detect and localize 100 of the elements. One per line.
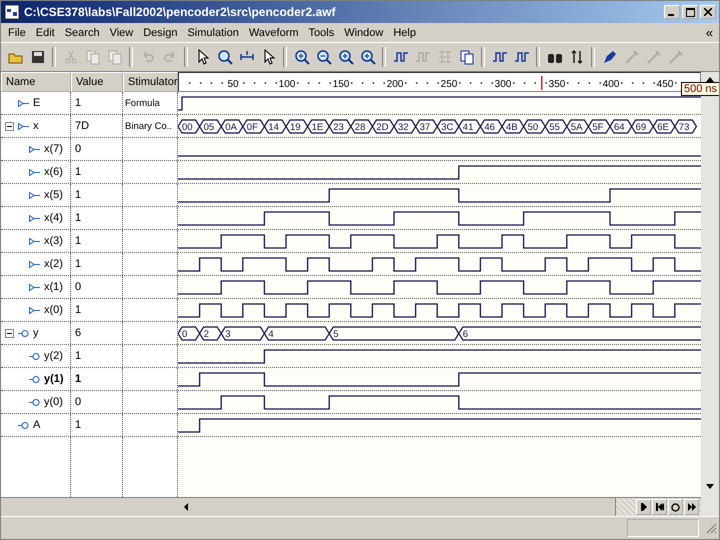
menu-item[interactable]: Design [138,26,182,38]
input-port-icon [29,214,40,222]
signal-value-cell: 1 [71,253,123,275]
collapse-icon[interactable] [5,122,14,130]
menu-item[interactable]: Search [60,26,105,38]
output-port-icon [29,352,40,360]
signal-name-cell[interactable]: A [1,414,71,436]
menu-item[interactable]: File [3,26,31,38]
signal-value-cell: 1 [71,161,123,183]
play-icon [640,503,646,511]
floppy-icon [30,49,46,65]
menu-item[interactable]: View [104,26,138,38]
bus-waveform: 00 05 0A 0F 14 19 1E 23 28 2D 32 37 3C 41 46 4B 50 55 5A 5F 64 69 6E 73 [178,115,701,137]
grid-icon [436,49,452,65]
close-button[interactable] [700,5,716,19]
time-label: 350 [548,79,566,90]
signal-name-cell[interactable]: E [1,92,71,114]
magnifier-icon [216,49,232,65]
signal-value-cell: 0 [71,276,123,298]
time-label: 300 [494,79,512,90]
time-label: 200 [386,79,404,90]
bus-waveform: 0 2 3 4 5 6 [178,322,701,344]
zoom-in-icon [294,49,310,65]
signal-name-cell[interactable]: x(0) [1,299,71,321]
close-icon [704,8,712,16]
signal-value-cell: 1 [71,299,123,321]
signal-value-cell: 1 [71,345,123,367]
signal-name-cell[interactable]: y(0) [1,391,71,413]
signal-name-cell[interactable]: y(2) [1,345,71,367]
rewind-button[interactable] [652,499,667,515]
input-port-icon [29,238,40,244]
collapse-icon[interactable] [5,328,14,338]
forward-icon [688,503,696,511]
column-header[interactable]: Name [1,72,71,92]
signal-name-cell[interactable]: x [1,115,71,137]
time-tooltip: 500 ns [680,82,719,96]
signal-value-cell: 7D [71,115,123,137]
vertical-scrollbar[interactable] [701,72,719,516]
menu-item[interactable]: Edit [30,26,60,38]
input-port-icon [29,146,40,152]
arrows-icon [568,49,584,65]
input-port-icon [18,100,29,106]
signal-name-cell[interactable]: y(1) [1,368,71,390]
time-label: 100 [278,79,296,90]
menu-item[interactable]: Simulation [182,26,244,38]
signal-value-cell: 1 [71,92,123,114]
redo-icon [162,49,178,65]
input-port-icon [29,260,40,268]
input-port-icon [29,284,40,290]
signal-name-cell[interactable]: x(1) [1,276,71,298]
signal-name-cell[interactable]: x(6) [1,161,71,183]
column-header[interactable]: Stimulator [123,72,178,92]
scroll-left-icon[interactable] [182,503,190,511]
signal-value-cell: 1 [71,184,123,206]
input-port-icon [29,168,40,176]
refresh-button[interactable] [668,499,683,515]
signal-name-cell[interactable]: x(3) [1,230,71,252]
pen-icon [602,49,618,65]
signal-value-cell: 0 [71,391,123,413]
forward-button[interactable] [684,499,699,515]
menu-item[interactable]: Tools [304,26,340,38]
maximize-icon [686,8,694,16]
window-title: C:\CSE378\labs\Fall2002\pencoder2\src\pencoder2.awf [24,5,336,19]
time-label: 250 [440,79,458,90]
menu-item[interactable]: Help [388,26,421,38]
signal-name-cell[interactable]: x(5) [1,184,71,206]
status-panel [627,519,699,537]
app-icon [4,4,20,20]
maximize-button[interactable] [682,5,698,19]
time-label: 150 [332,79,350,90]
copy-icon [84,49,100,65]
scissors-icon [62,49,78,65]
signal-value-cell: 1 [71,414,123,436]
signal-value-cell: 0 [71,138,123,160]
time-label: 50 [227,79,239,90]
input-port-icon [29,192,40,198]
signal-name-cell[interactable]: y [1,322,71,344]
menu-item[interactable]: Waveform [244,26,304,38]
output-port-icon [18,422,29,428]
rewind-icon [656,503,664,511]
signal-value-cell: 1 [71,207,123,229]
signal-value-cell: 1 [71,368,123,390]
output-port-icon [29,376,40,382]
signal-value-cell: 1 [71,230,123,252]
zoom-out-icon [316,49,332,65]
signal-name-cell[interactable]: x(7) [1,138,71,160]
minimize-button[interactable] [664,5,680,19]
column-header[interactable]: Value [71,72,123,92]
signal-value-cell: 6 [71,322,123,344]
menu-item[interactable]: Window [339,26,388,38]
resize-grip-icon[interactable] [705,522,717,534]
time-label: 450 [656,79,674,90]
play-button[interactable] [636,499,651,515]
output-port-icon [18,330,29,336]
signal-name-cell[interactable]: x(2) [1,253,71,275]
menu-chevron[interactable]: « [706,25,717,40]
signal-name-cell[interactable]: x(4) [1,207,71,229]
input-port-icon [29,306,40,314]
scroll-down-icon[interactable] [706,484,714,490]
output-port-icon [29,398,40,406]
